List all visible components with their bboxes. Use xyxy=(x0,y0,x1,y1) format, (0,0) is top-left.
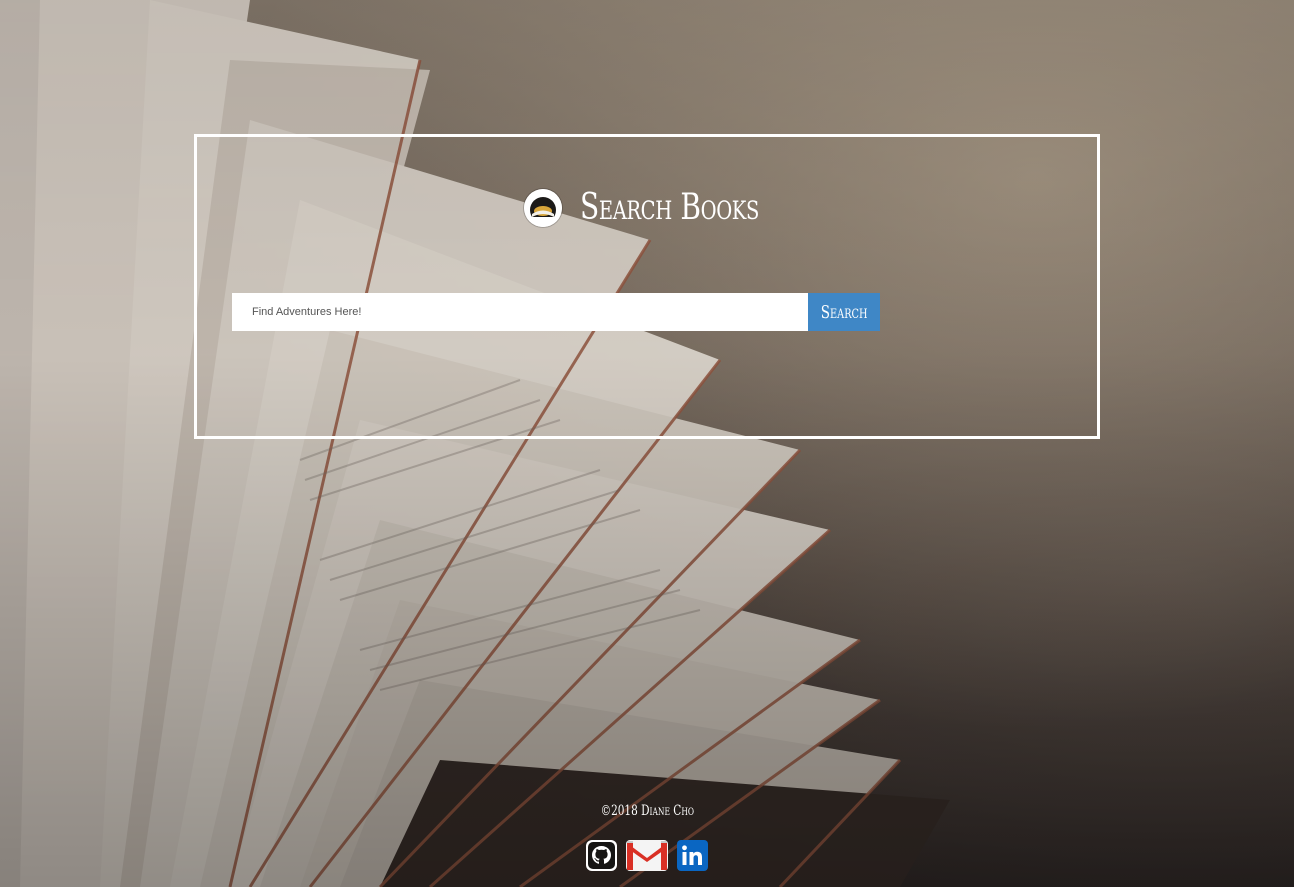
gmail-link[interactable] xyxy=(626,840,668,875)
github-link[interactable] xyxy=(586,840,617,875)
search-button[interactable]: Search xyxy=(808,293,880,331)
github-icon xyxy=(586,840,617,871)
search-panel: Search Books Search xyxy=(194,134,1100,439)
search-input[interactable] xyxy=(232,293,808,331)
linkedin-icon xyxy=(677,840,708,871)
header: Search Books xyxy=(197,187,1097,228)
page-title: Search Books xyxy=(580,187,760,228)
linkedin-link[interactable] xyxy=(677,840,708,875)
gmail-icon xyxy=(626,840,668,871)
search-form: Search xyxy=(232,293,880,331)
copyright-text: ©2018 Diane Cho xyxy=(600,803,694,819)
social-links xyxy=(0,840,1294,875)
open-book-icon xyxy=(524,188,563,227)
footer: ©2018 Diane Cho xyxy=(0,800,1294,819)
search-button-label: Search xyxy=(820,301,868,323)
